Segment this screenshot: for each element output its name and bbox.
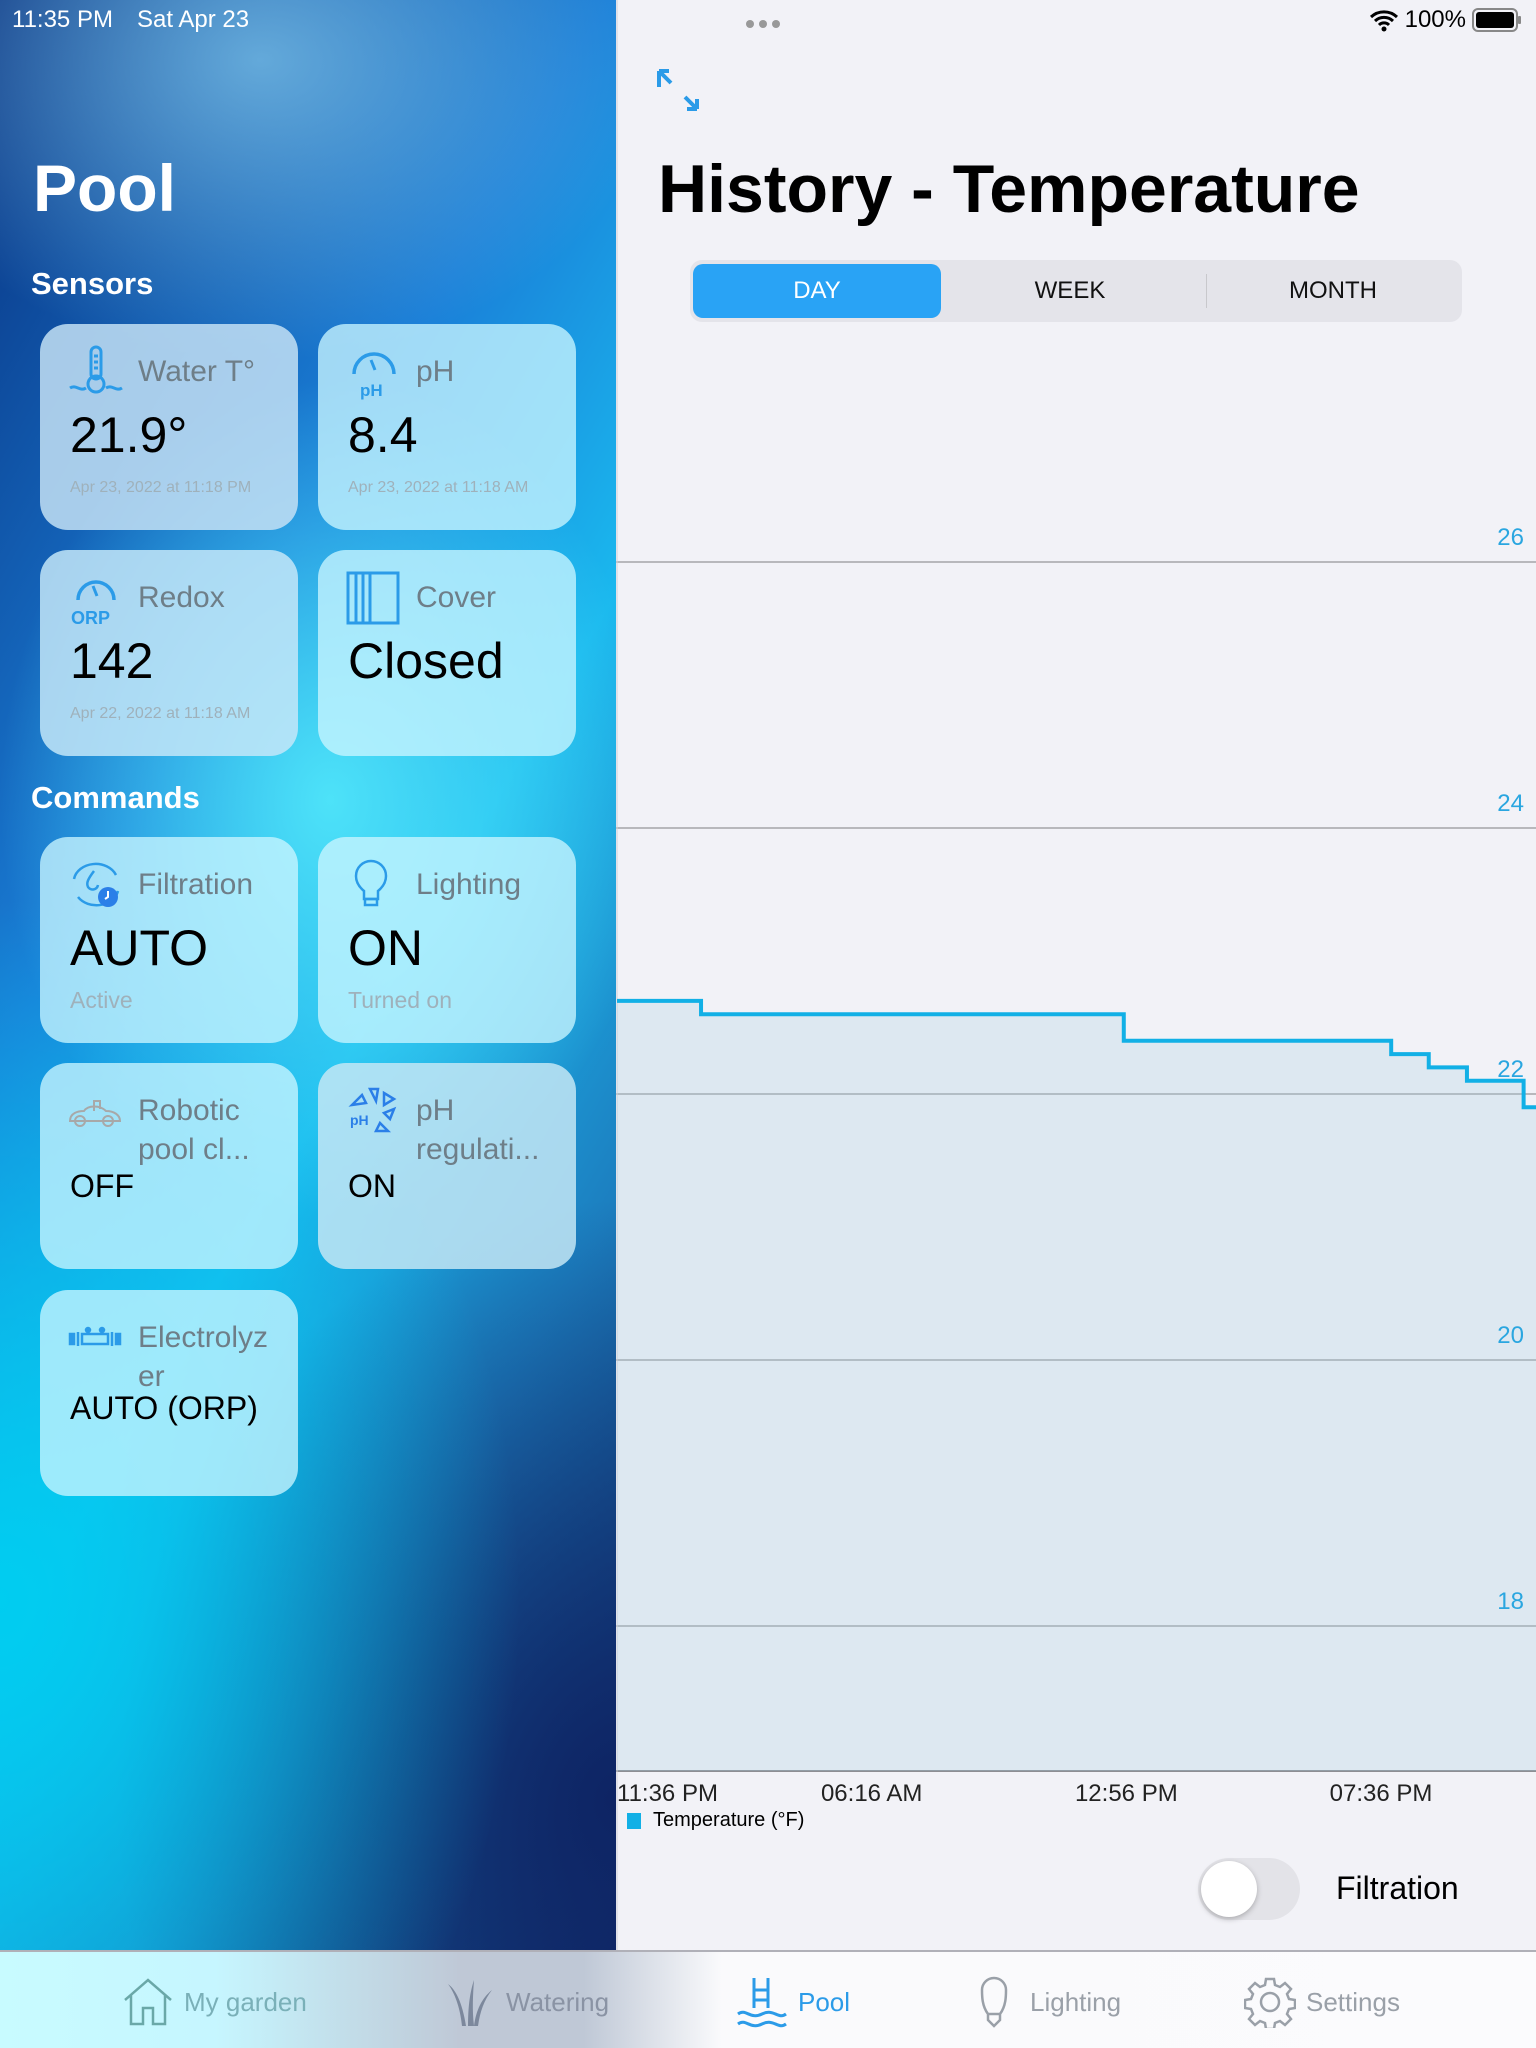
command-value: ON (348, 920, 423, 976)
command-label: Robotic pool cl... (138, 1094, 250, 1166)
sensors-heading: Sensors (31, 266, 154, 301)
command-card-ph-regulation[interactable]: pH pH regulati... ON (318, 1063, 576, 1269)
command-label: Electrolyzer (138, 1321, 269, 1393)
page-title: Pool (33, 151, 176, 225)
robot-cleaner-icon (68, 1100, 122, 1127)
tab-label: Settings (1306, 1986, 1400, 2017)
command-value: OFF (70, 1168, 134, 1204)
tab-settings[interactable]: Settings (1244, 1974, 1400, 2030)
electrolyzer-icon (68, 1326, 122, 1346)
command-card-robotic-cleaner[interactable]: Robotic pool cl... OFF (40, 1063, 298, 1269)
ph-gauge-icon: pH (352, 352, 396, 400)
legend-label: Temperature (°F) (653, 1809, 805, 1831)
filtration-toggle-label: Filtration (1336, 1870, 1459, 1906)
pool-cover-icon (346, 571, 400, 625)
tab-lighting[interactable]: Lighting (968, 1974, 1121, 2030)
tab-label: Pool (798, 1986, 851, 2017)
sensor-value: 142 (70, 633, 154, 689)
svg-text:pH: pH (350, 1112, 369, 1128)
y-tick-label: 22 (1497, 1056, 1524, 1083)
grass-icon (448, 1980, 492, 2026)
command-label: pH regulati... (416, 1094, 540, 1166)
command-card-filtration[interactable]: Filtration AUTO Active (40, 837, 298, 1043)
command-status: Turned on (348, 987, 452, 1013)
sensor-card-cover[interactable]: Cover Closed (318, 550, 576, 756)
tab-watering[interactable]: Watering (444, 1974, 609, 2030)
y-tick-label: 20 (1497, 1322, 1524, 1349)
command-label: Lighting (416, 868, 522, 901)
tab-label: My garden (184, 1986, 307, 2017)
ph-regulation-icon: pH (348, 1087, 397, 1133)
sensor-label: Redox (138, 581, 225, 614)
command-value: AUTO (70, 920, 208, 976)
y-tick-label: 24 (1497, 790, 1524, 817)
tab-bar: My garden Watering Pool Lighting Setting… (0, 1950, 1536, 2048)
temperature-chart (616, 0, 1536, 1950)
sensor-value: 8.4 (348, 407, 418, 463)
sensor-label: Cover (416, 581, 497, 614)
command-label: Filtration (138, 868, 254, 901)
status-date: Sat Apr 23 (137, 6, 250, 33)
lightbulb-icon (980, 1976, 1008, 2028)
sensor-date: Apr 23, 2022 at 11:18 AM (348, 479, 529, 496)
filtration-toggle[interactable] (1198, 1858, 1300, 1920)
svg-text:pH: pH (360, 381, 383, 400)
legend-swatch (627, 1812, 641, 1829)
sensor-card-ph[interactable]: pH pH 8.4 Apr 23, 2022 at 11:18 AM (318, 324, 576, 530)
command-value: ON (348, 1168, 396, 1204)
tab-my-garden[interactable]: My garden (122, 1974, 307, 2030)
sensor-value: 21.9° (70, 407, 188, 463)
thermometer-water-icon (69, 345, 123, 394)
sensor-card-redox[interactable]: ORP Redox 142 Apr 22, 2022 at 11:18 AM (40, 550, 298, 756)
sidebar: 11:35 PM Sat Apr 23 Pool Sensors Water T… (0, 0, 616, 1950)
y-tick-label: 18 (1497, 1588, 1524, 1615)
toggle-knob (1201, 1861, 1257, 1917)
status-time: 11:35 PM (12, 6, 113, 33)
pool-ladder-icon (737, 1978, 787, 2028)
x-tick-label: 06:16 AM (820, 1780, 923, 1807)
sensor-card-water-temp[interactable]: Water T° 21.9° Apr 23, 2022 at 11:18 PM (40, 324, 298, 530)
lightbulb-icon (354, 859, 388, 907)
x-tick-label: 07:36 PM (1329, 1780, 1433, 1807)
command-card-lighting[interactable]: Lighting ON Turned on (318, 837, 576, 1043)
command-card-electrolyzer[interactable]: Electrolyzer AUTO (ORP) (40, 1290, 298, 1496)
sensor-date: Apr 22, 2022 at 11:18 AM (70, 705, 251, 722)
sensor-value: Closed (348, 633, 504, 689)
x-tick-label: 11:36 PM (617, 1780, 718, 1807)
house-icon (124, 1978, 172, 2026)
y-tick-label: 26 (1497, 524, 1524, 551)
tab-pool[interactable]: Pool (736, 1974, 850, 2030)
sensor-label: Water T° (138, 355, 256, 388)
x-tick-label: 12:56 PM (1074, 1780, 1178, 1807)
command-value: AUTO (ORP) (70, 1390, 258, 1426)
sensor-date: Apr 23, 2022 at 11:18 PM (70, 479, 252, 496)
svg-text:ORP: ORP (71, 608, 110, 626)
orp-gauge-icon: ORP (71, 580, 116, 626)
sensor-label: pH (416, 355, 455, 388)
tab-label: Watering (506, 1986, 610, 2017)
chart-legend: Temperature (°F) (627, 1809, 804, 1832)
commands-heading: Commands (31, 780, 200, 815)
chart-area-fill (617, 1000, 1536, 1771)
filtration-cycle-icon (72, 862, 120, 907)
tab-label: Lighting (1030, 1986, 1122, 2017)
command-status: Active (70, 987, 133, 1013)
gear-icon (1244, 1977, 1296, 2028)
